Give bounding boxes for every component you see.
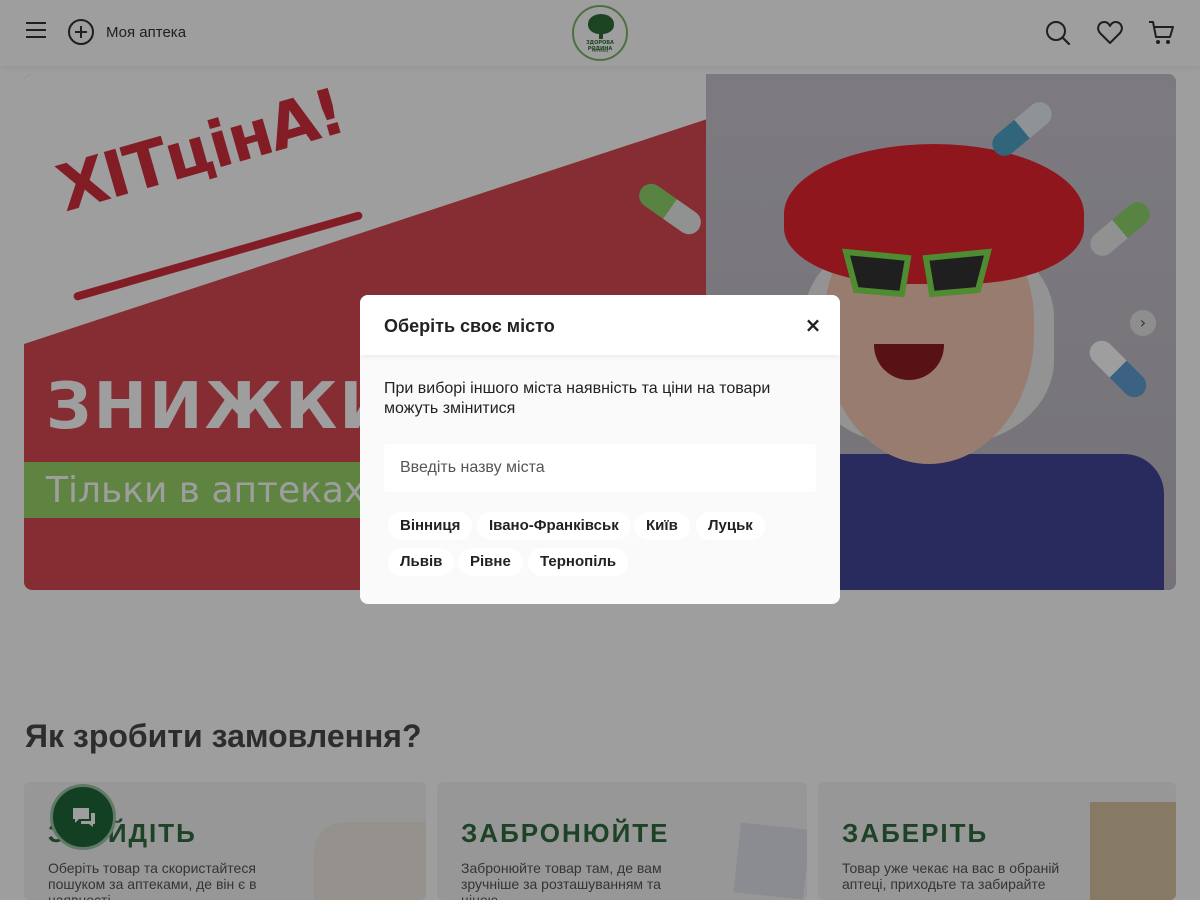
city-chip[interactable]: Київ	[634, 512, 690, 540]
city-chip[interactable]: Рівне	[458, 548, 523, 576]
close-icon[interactable]: ×	[803, 315, 823, 335]
city-select-modal: Оберіть своє місто × При виборі іншого м…	[360, 295, 840, 604]
city-chip[interactable]: Вінниця	[388, 512, 473, 540]
city-search-input[interactable]	[384, 444, 816, 492]
city-chip[interactable]: Тернопіль	[528, 548, 629, 576]
modal-note: При виборі іншого міста наявність та цін…	[384, 380, 771, 417]
city-chip[interactable]: Львів	[388, 548, 455, 576]
city-chip[interactable]: Луцьк	[696, 512, 765, 540]
modal-header: Оберіть своє місто ×	[360, 295, 840, 355]
city-chip[interactable]: Івано-Франківськ	[477, 512, 631, 540]
modal-title: Оберіть своє місто	[384, 316, 555, 336]
